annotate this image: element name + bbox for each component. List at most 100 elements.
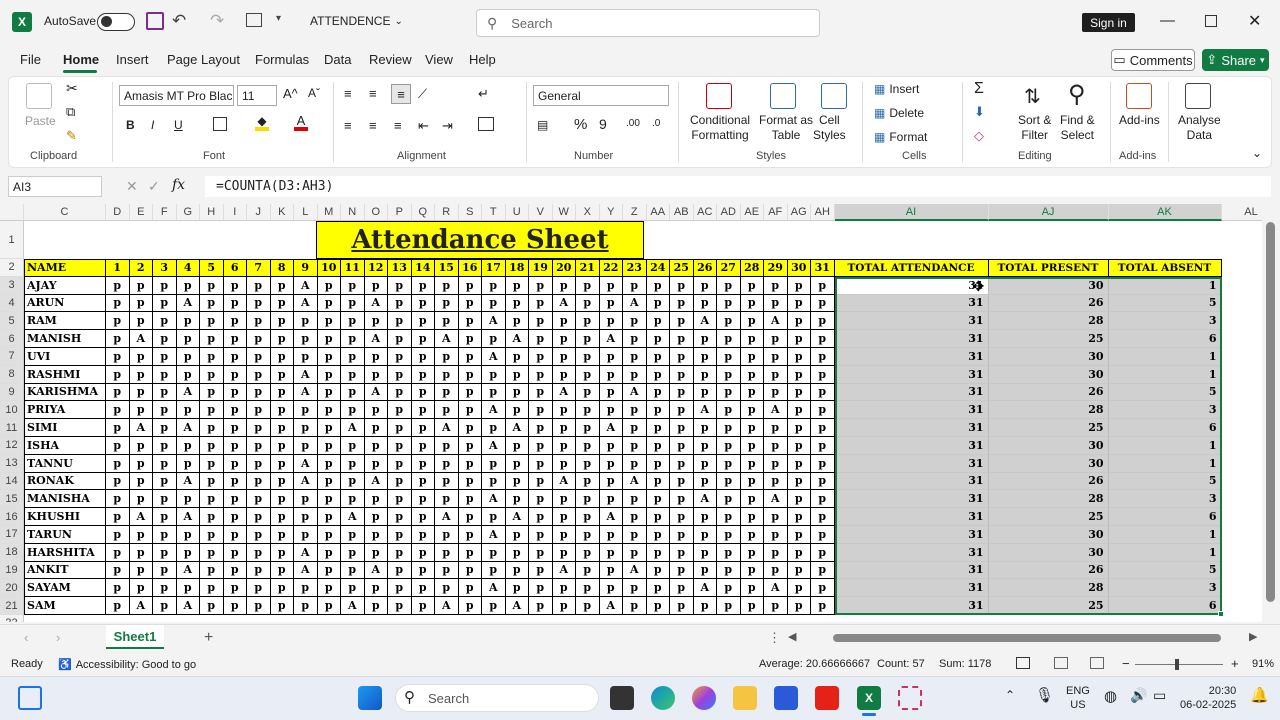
orientation-icon[interactable]: ⟋ — [418, 86, 427, 102]
attendance-cell[interactable]: p — [764, 294, 788, 313]
attendance-cell[interactable]: p — [411, 276, 435, 295]
attendance-cell[interactable]: p — [764, 419, 788, 437]
attendance-cell[interactable]: p — [317, 490, 341, 509]
total-attendance-cell[interactable]: 31 — [834, 437, 989, 455]
excel-taskbar-icon[interactable]: X — [857, 686, 881, 710]
row-header[interactable]: 9 — [0, 383, 24, 402]
attendance-cell[interactable]: p — [388, 561, 412, 580]
attendance-cell[interactable]: p — [787, 579, 811, 598]
attendance-cell[interactable]: p — [129, 454, 153, 473]
font-name-select[interactable]: Amasis MT Pro Blac — [119, 85, 234, 106]
autosum-icon[interactable]: Σ — [974, 80, 984, 98]
student-name-cell[interactable]: MANISHA — [24, 490, 106, 509]
attendance-cell[interactable]: p — [717, 294, 741, 313]
attendance-cell[interactable]: p — [223, 526, 247, 544]
header-day-cell[interactable]: 28 — [740, 259, 764, 277]
cancel-formula-icon[interactable]: ✕ — [126, 178, 138, 195]
attendance-cell[interactable]: p — [341, 561, 365, 580]
attendance-cell[interactable]: p — [317, 437, 341, 455]
attendance-cell[interactable]: p — [740, 543, 764, 562]
attendance-cell[interactable]: p — [811, 490, 835, 509]
file-name[interactable]: ATTENDENCE ⌄ — [310, 14, 403, 28]
attendance-cell[interactable]: p — [153, 561, 177, 580]
page-break-view-icon[interactable] — [1090, 657, 1104, 669]
total-absent-cell[interactable]: 3 — [1108, 490, 1222, 509]
attendance-cell[interactable]: p — [505, 365, 529, 384]
menu-home[interactable]: Home — [63, 52, 99, 67]
attendance-cell[interactable]: p — [717, 543, 741, 562]
attendance-cell[interactable]: p — [435, 490, 459, 509]
attendance-cell[interactable]: p — [341, 472, 365, 491]
attendance-cell[interactable]: p — [106, 383, 130, 402]
attendance-cell[interactable]: p — [364, 508, 388, 526]
attendance-cell[interactable]: A — [482, 312, 506, 331]
attendance-cell[interactable]: p — [317, 330, 341, 348]
attendance-cell[interactable]: p — [599, 348, 623, 366]
header-day-cell[interactable]: 9 — [294, 259, 318, 277]
horizontal-scroll-thumb[interactable] — [833, 634, 1221, 642]
attendance-cell[interactable]: p — [364, 543, 388, 562]
attendance-cell[interactable]: p — [670, 597, 694, 615]
attendance-cell[interactable]: p — [529, 561, 553, 580]
find-select-button[interactable]: Find & Select — [1060, 113, 1095, 143]
column-header[interactable]: AJ — [988, 204, 1109, 221]
attendance-cell[interactable]: A — [294, 472, 318, 491]
attendance-cell[interactable]: p — [811, 312, 835, 331]
attendance-cell[interactable]: p — [623, 437, 647, 455]
attendance-cell[interactable]: p — [458, 454, 482, 473]
menu-help[interactable]: Help — [469, 52, 496, 67]
attendance-cell[interactable]: p — [270, 437, 294, 455]
attendance-cell[interactable]: p — [646, 472, 670, 491]
attendance-cell[interactable]: p — [153, 437, 177, 455]
attendance-cell[interactable]: p — [646, 437, 670, 455]
attendance-cell[interactable]: p — [717, 579, 741, 598]
battery-icon[interactable]: ▭ — [1153, 687, 1166, 704]
attendance-cell[interactable]: p — [623, 312, 647, 331]
attendance-cell[interactable]: p — [435, 294, 459, 313]
attendance-cell[interactable]: p — [811, 508, 835, 526]
total-absent-cell[interactable]: 5 — [1108, 383, 1222, 402]
attendance-cell[interactable]: p — [129, 365, 153, 384]
student-name-cell[interactable]: RAM — [24, 312, 106, 331]
fill-color-icon[interactable]: ◆ — [255, 114, 269, 131]
attendance-cell[interactable]: p — [693, 472, 717, 491]
attendance-cell[interactable]: p — [435, 365, 459, 384]
accounting-format-icon[interactable]: ▤ — [537, 118, 548, 132]
scroll-left-icon[interactable]: ◀ — [788, 630, 796, 643]
student-name-cell[interactable]: KHUSHI — [24, 508, 106, 526]
attendance-cell[interactable]: p — [200, 348, 224, 366]
attendance-cell[interactable]: p — [576, 348, 600, 366]
attendance-cell[interactable]: p — [740, 508, 764, 526]
zoom-out-icon[interactable]: − — [1122, 656, 1130, 671]
attendance-cell[interactable]: p — [247, 294, 271, 313]
attendance-cell[interactable]: p — [458, 276, 482, 295]
attendance-cell[interactable]: p — [388, 543, 412, 562]
total-absent-cell[interactable]: 1 — [1108, 348, 1222, 366]
attendance-cell[interactable]: p — [223, 543, 247, 562]
attendance-cell[interactable]: p — [740, 294, 764, 313]
attendance-cell[interactable]: p — [529, 472, 553, 491]
attendance-cell[interactable]: p — [693, 348, 717, 366]
attendance-cell[interactable]: p — [411, 526, 435, 544]
attendance-cell[interactable]: p — [129, 526, 153, 544]
format-as-table-button[interactable]: Format as Table — [759, 113, 813, 143]
attendance-cell[interactable]: p — [435, 312, 459, 331]
attendance-cell[interactable]: p — [576, 597, 600, 615]
attendance-cell[interactable]: A — [482, 401, 506, 420]
attendance-cell[interactable]: p — [787, 543, 811, 562]
column-header[interactable]: F — [153, 204, 177, 221]
attendance-cell[interactable]: p — [106, 454, 130, 473]
attendance-cell[interactable]: p — [623, 579, 647, 598]
attendance-cell[interactable]: p — [646, 365, 670, 384]
attendance-cell[interactable]: p — [129, 543, 153, 562]
attendance-cell[interactable]: p — [599, 294, 623, 313]
attendance-cell[interactable]: p — [764, 383, 788, 402]
italic-button[interactable]: I — [151, 118, 154, 132]
attendance-cell[interactable]: p — [811, 383, 835, 402]
total-absent-cell[interactable]: 1 — [1108, 526, 1222, 544]
attendance-cell[interactable]: p — [247, 508, 271, 526]
student-name-cell[interactable]: TANNU — [24, 454, 106, 473]
attendance-cell[interactable]: p — [129, 490, 153, 509]
attendance-cell[interactable]: p — [529, 490, 553, 509]
attendance-cell[interactable]: p — [787, 294, 811, 313]
